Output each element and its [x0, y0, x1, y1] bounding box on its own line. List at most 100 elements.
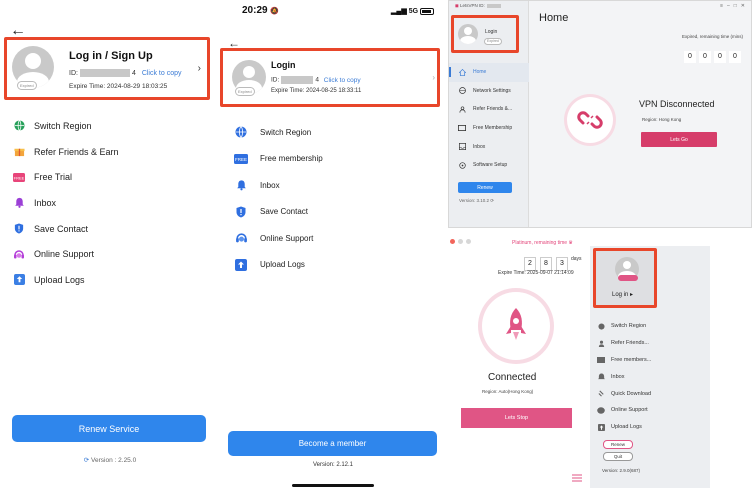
- nav-item-switch-region[interactable]: Switch Region: [596, 318, 651, 335]
- expired-badge: Expired: [235, 87, 255, 96]
- silent-bell-icon: 🔕: [270, 8, 280, 15]
- login-title: Log in / Sign Up: [69, 50, 153, 62]
- version-label: Version: 2.12.1: [312, 462, 354, 468]
- desktop-sidebar: Log in ▸ Switch Region Refer Friends... …: [590, 246, 710, 488]
- window-title: ◼ LetsVPN ID:: [455, 3, 503, 9]
- digit: 0: [729, 51, 741, 63]
- connection-status: VPN Disconnected: [639, 99, 715, 109]
- broken-link-icon: [577, 107, 603, 133]
- window-controls[interactable]: ≡–□✕: [720, 3, 749, 9]
- login-link[interactable]: Log in ▸: [612, 291, 633, 298]
- shield-icon: [234, 206, 248, 218]
- nav-item-home[interactable]: Home: [449, 63, 529, 82]
- connection-status: Connected: [488, 372, 537, 383]
- nav-item-quick-download[interactable]: Quick Download: [596, 385, 651, 402]
- account-card[interactable]: Expired Login ID: 4 Click to copy Expire …: [220, 48, 440, 107]
- menu-item-upload-logs[interactable]: Upload Logs: [12, 267, 119, 293]
- chevron-right-icon: ›: [197, 63, 201, 74]
- version-label: Version: 2.9.0(687): [602, 468, 641, 473]
- desktop-main-area: ≡–□✕ Home Expired, remaining time (mins)…: [529, 1, 751, 227]
- signal-indicator: ▂▄▆ 5G: [391, 7, 434, 15]
- headset-icon: [12, 249, 26, 260]
- refresh-icon: ⟳: [83, 457, 90, 464]
- version-label: Version: 3.10.2 ⟳: [459, 198, 495, 203]
- free-icon: FREE: [12, 172, 26, 182]
- comparison-collage: ← Expired Log in / Sign Up ID: 4 Click to…: [0, 0, 752, 488]
- menu-item-save-contact[interactable]: Save Contact: [234, 199, 323, 226]
- menu-item-free-trial[interactable]: FREE Free Trial: [12, 164, 119, 190]
- account-card[interactable]: Expired Log in / Sign Up ID: 4 Click to c…: [4, 37, 210, 100]
- desktop-nav: Home Network Settings Refer Friends &...…: [449, 63, 529, 175]
- settings-menu: Switch Region Refer Friends & Earn FREE …: [12, 113, 119, 293]
- avatar: [458, 24, 478, 44]
- battery-icon: [420, 7, 434, 15]
- globe-icon: [12, 120, 26, 132]
- inbox-icon: [596, 373, 606, 380]
- refresh-icon: ⟳: [490, 198, 495, 203]
- connect-toggle[interactable]: [482, 292, 550, 360]
- menu-item-switch-region[interactable]: Switch Region: [12, 113, 119, 139]
- menu-item-online-support[interactable]: Online Support: [234, 225, 323, 252]
- settings-icon: [458, 162, 466, 169]
- renew-button[interactable]: Renew: [603, 440, 633, 449]
- nav-item-refer-friends[interactable]: Refer Friends...: [596, 335, 651, 352]
- desktop-sidebar: ◼ LetsVPN ID: Login Expired Home Network…: [449, 1, 529, 227]
- menu-item-inbox[interactable]: Inbox: [234, 172, 323, 199]
- menu-item-free-membership[interactable]: FREE Free membership: [234, 146, 323, 173]
- window-traffic-lights[interactable]: [450, 231, 474, 249]
- disconnect-toggle[interactable]: [567, 97, 613, 143]
- region-label: Region: Auto(Hong Kong): [482, 389, 534, 394]
- menu-item-upload-logs[interactable]: Upload Logs: [234, 252, 323, 279]
- headset-icon: [234, 232, 248, 244]
- remaining-days-digits: 283: [524, 252, 572, 271]
- play-arrow-icon: ▸: [630, 292, 634, 298]
- upload-icon: [234, 258, 248, 271]
- menu-item-switch-region[interactable]: Switch Region: [234, 119, 323, 146]
- nav-item-upload-logs[interactable]: Upload Logs: [596, 419, 651, 436]
- desktop-home-window: ◼ LetsVPN ID: Login Expired Home Network…: [448, 0, 752, 228]
- quit-button[interactable]: Quit: [603, 452, 633, 461]
- expire-time: Expire Time: 2025-09-07 21:14:09: [498, 270, 574, 276]
- expired-badge: Expired: [484, 38, 502, 45]
- hamburger-menu-icon[interactable]: [572, 474, 582, 482]
- lets-stop-button[interactable]: Lets Stop: [461, 408, 572, 428]
- expire-time: Expire Time: 2024-08-29 18:03:25: [69, 83, 168, 90]
- upload-icon: [596, 423, 606, 431]
- profile-card[interactable]: Login Expired: [451, 15, 519, 53]
- home-icon: [458, 68, 466, 76]
- nav-item-software-setup[interactable]: Software Setup: [449, 156, 529, 175]
- remaining-time-digits: 0000: [681, 45, 741, 63]
- free-icon: FREE: [234, 153, 248, 164]
- lets-go-button[interactable]: Lets Go: [641, 132, 717, 147]
- digit: 0: [684, 51, 696, 63]
- nav-item-network-settings[interactable]: Network Settings: [449, 82, 529, 101]
- expire-time: Expire Time: 2024-08-25 18:33:11: [271, 88, 362, 94]
- signal-bars-icon: ▂▄▆: [391, 8, 407, 15]
- nav-item-inbox[interactable]: Inbox: [449, 137, 529, 156]
- account-id: ID: 4 Click to copy: [69, 69, 182, 77]
- menu-item-refer-friends[interactable]: Refer Friends & Earn: [12, 139, 119, 165]
- menu-item-online-support[interactable]: Online Support: [12, 241, 119, 267]
- mobile-app-new-screen: 20:29 🔕 ▂▄▆ 5G ← Expired Login ID: 4 Clic…: [220, 0, 446, 488]
- shield-icon: [12, 223, 26, 234]
- copy-id-link[interactable]: Click to copy: [142, 70, 182, 77]
- profile-login-label: Login: [485, 29, 498, 35]
- friends-icon: [458, 106, 466, 113]
- renew-button[interactable]: Renew: [458, 182, 512, 193]
- nav-item-free-membership[interactable]: Free members...: [596, 352, 651, 369]
- digit: 8: [540, 257, 552, 271]
- copy-id-link[interactable]: Click to copy: [324, 77, 361, 84]
- menu-item-inbox[interactable]: Inbox: [12, 190, 119, 216]
- nav-item-online-support[interactable]: Online Support: [596, 402, 651, 419]
- nav-item-refer-friends[interactable]: Refer Friends &...: [449, 100, 529, 119]
- login-title: Login: [271, 60, 296, 70]
- chevron-right-icon: ›: [432, 73, 435, 82]
- nav-item-inbox[interactable]: Inbox: [596, 368, 651, 385]
- menu-item-save-contact[interactable]: Save Contact: [12, 216, 119, 242]
- nav-item-free-membership[interactable]: Free Membership: [449, 119, 529, 138]
- profile-card[interactable]: Log in ▸: [593, 248, 657, 308]
- renew-service-button[interactable]: Renew Service: [12, 415, 206, 442]
- svg-text:FREE: FREE: [235, 157, 247, 162]
- become-member-button[interactable]: Become a member: [228, 431, 437, 456]
- card-icon: [596, 356, 606, 363]
